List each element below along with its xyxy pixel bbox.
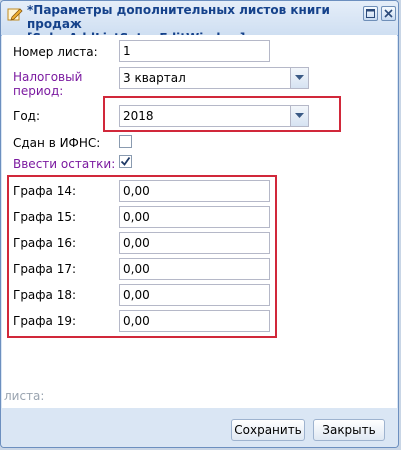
window-title-line1: *Параметры дополнительных листов книги п… bbox=[27, 3, 330, 31]
checkmark-icon bbox=[120, 156, 131, 166]
tax-period-label-line2: период: bbox=[13, 84, 64, 98]
submitted-checkbox[interactable] bbox=[119, 135, 132, 148]
year-highlight-frame bbox=[103, 96, 341, 132]
window-footer: Сохранить Закрыть bbox=[2, 408, 397, 447]
tax-period-label-line1: Налоговый bbox=[13, 70, 83, 84]
tax-period-combo[interactable]: 3 квартал bbox=[119, 67, 309, 89]
tax-period-dropdown-trigger[interactable] bbox=[290, 68, 308, 88]
edit-window-icon bbox=[7, 8, 23, 21]
columns-highlight-frame bbox=[7, 175, 277, 338]
save-button[interactable]: Сохранить bbox=[231, 419, 305, 441]
sheet-number-field[interactable]: 1 bbox=[119, 40, 270, 62]
edit-window: *Параметры дополнительных листов книги п… bbox=[0, 0, 399, 448]
enter-balances-checkbox[interactable] bbox=[119, 155, 132, 168]
close-window-button[interactable] bbox=[381, 6, 396, 21]
maximize-icon bbox=[366, 9, 375, 18]
tax-period-label: Налоговый период: bbox=[13, 70, 82, 98]
window-titlebar[interactable]: *Параметры дополнительных листов книги п… bbox=[1, 1, 398, 45]
sheet-number-label: Номер листа: bbox=[13, 45, 98, 59]
tax-period-value: 3 квартал bbox=[123, 71, 186, 85]
close-icon bbox=[384, 9, 393, 18]
maximize-button[interactable] bbox=[363, 6, 378, 21]
close-button[interactable]: Закрыть bbox=[313, 419, 385, 441]
background-window-text: листа: bbox=[4, 389, 45, 403]
year-label: Год: bbox=[13, 109, 40, 123]
submitted-label: Сдан в ИФНС: bbox=[13, 136, 101, 150]
chevron-down-icon bbox=[295, 75, 304, 80]
enter-balances-label: Ввести остатки: bbox=[13, 157, 116, 171]
form-body: Номер листа: 1 Налоговый период: 3 кварт… bbox=[2, 35, 397, 408]
